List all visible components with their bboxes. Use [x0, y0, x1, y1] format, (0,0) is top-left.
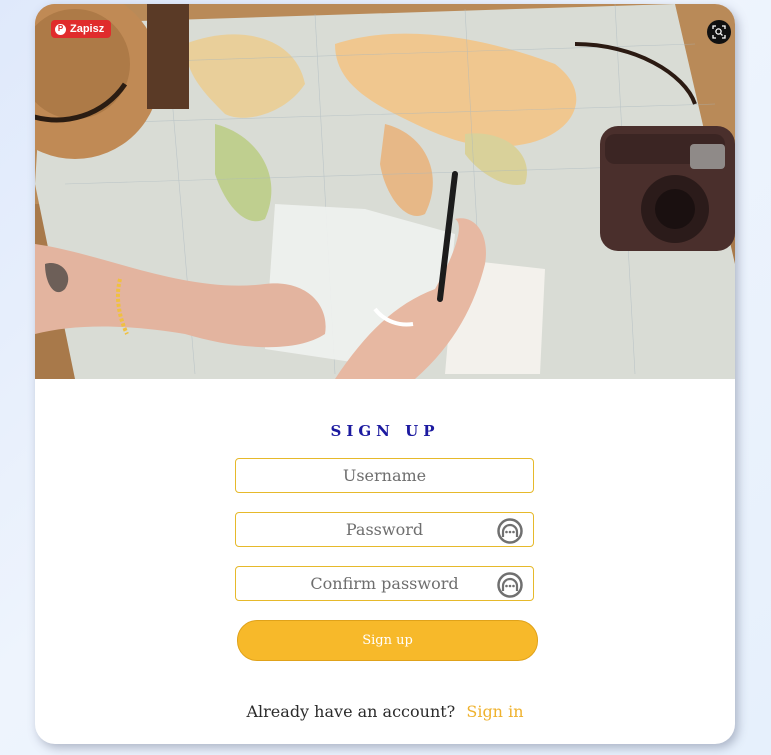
- confirm-password-visibility-icon[interactable]: [497, 572, 523, 598]
- sign-in-link[interactable]: Sign in: [466, 702, 523, 721]
- pinterest-icon: P: [55, 23, 66, 35]
- visual-search-button[interactable]: [707, 20, 731, 44]
- username-input[interactable]: [236, 459, 533, 492]
- password-field[interactable]: [235, 512, 534, 547]
- confirm-password-field[interactable]: [235, 566, 534, 601]
- form-title: SIGN UP: [330, 422, 440, 440]
- username-field[interactable]: [235, 458, 534, 493]
- sign-up-button[interactable]: Sign up: [237, 620, 538, 661]
- visual-search-icon: [712, 25, 726, 39]
- footer-text: Already have an account?: [246, 702, 456, 721]
- password-visibility-icon[interactable]: [497, 518, 523, 544]
- pinterest-save-button[interactable]: P Zapisz: [51, 20, 112, 38]
- sign-in-prompt: Already have an account? Sign in: [35, 702, 735, 721]
- hero-image: P Zapisz: [35, 4, 735, 379]
- signup-card: P Zapisz SIGN UP Username Sign up Alread…: [35, 4, 735, 744]
- password-input[interactable]: [236, 513, 533, 546]
- confirm-password-input[interactable]: [236, 567, 533, 600]
- pinterest-save-label: Zapisz: [70, 23, 105, 35]
- travel-map-photo: [35, 4, 735, 379]
